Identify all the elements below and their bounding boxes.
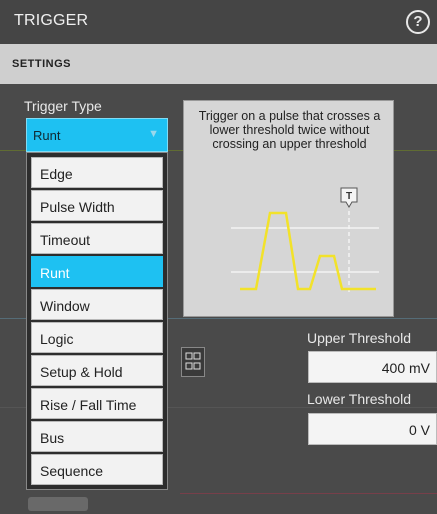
menu-item-logic[interactable]: Logic [31,322,163,353]
runt-pulse-diagram: T [231,187,379,294]
menu-item-bus[interactable]: Bus [31,421,163,452]
lower-threshold-value: 0 V [408,422,430,438]
grid-toggle-icon[interactable] [181,347,205,377]
menu-item-window[interactable]: Window [31,289,163,320]
lower-threshold-label: Lower Threshold [307,391,412,407]
settings-label: SETTINGS [12,58,72,70]
upper-threshold-label: Upper Threshold [307,330,412,346]
trigger-type-menu: Edge Pulse Width Timeout Runt Window Log… [26,152,168,490]
panel-header: TRIGGER ? [0,0,437,44]
lower-threshold-field[interactable]: 0 V [308,413,437,445]
menu-item-timeout[interactable]: Timeout [31,223,163,254]
trigger-description-box: Trigger on a pulse that crosses a lower … [183,100,394,317]
menu-item-sequence[interactable]: Sequence [31,454,163,485]
menu-item-setup-hold[interactable]: Setup & Hold [31,355,163,386]
menu-item-edge[interactable]: Edge [31,157,163,188]
help-circle-icon[interactable]: ? [406,10,430,34]
trigger-marker-label: T [346,191,352,202]
trigger-type-value: Runt [33,128,61,143]
menu-item-pulse-width[interactable]: Pulse Width [31,190,163,221]
settings-bar: SETTINGS [0,44,437,84]
background-trace [180,493,437,494]
panel-title: TRIGGER [14,12,89,29]
trigger-type-label: Trigger Type [24,98,102,114]
trigger-type-dropdown[interactable]: Runt ▼ [26,118,168,152]
menu-item-rise-fall-time[interactable]: Rise / Fall Time [31,388,163,419]
bottom-handle[interactable] [28,497,88,511]
upper-threshold-field[interactable]: 400 mV [308,351,437,383]
runt-pulse-waveform [240,211,376,291]
menu-item-runt[interactable]: Runt [31,256,163,287]
chevron-down-icon: ▼ [148,128,159,140]
upper-threshold-value: 400 mV [381,360,430,376]
